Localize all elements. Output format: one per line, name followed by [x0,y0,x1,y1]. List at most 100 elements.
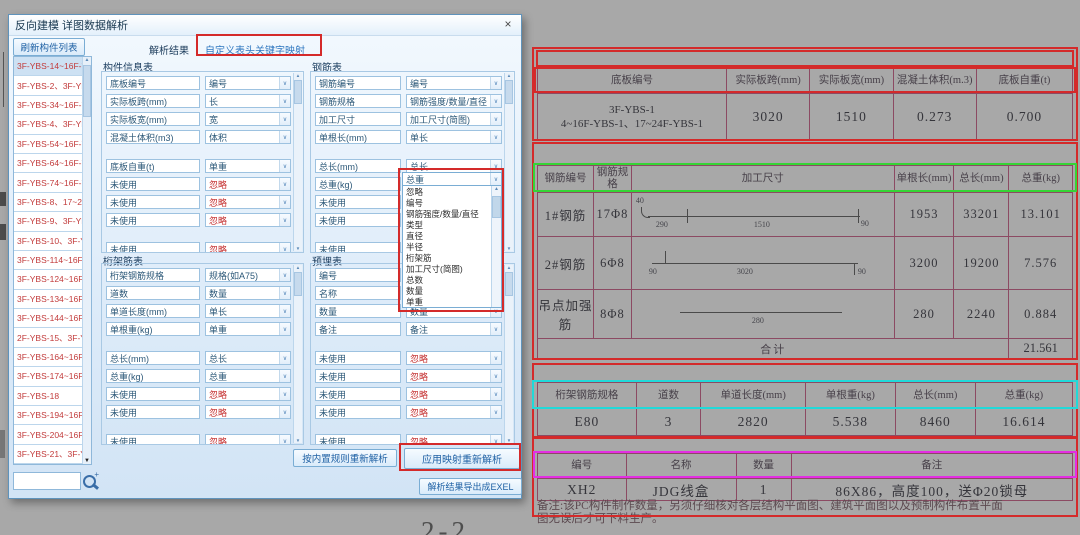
dialog-titlebar[interactable]: 反向建模 详图数据解析 × [9,15,521,36]
field-label-box[interactable]: 数量 [315,304,401,318]
list-item[interactable]: 3F-YBS-21、3F-Y [14,445,83,464]
field-label-box[interactable]: 单道长度(mm) [106,304,200,318]
scroll-up-icon[interactable]: ▲ [492,186,501,192]
list-item[interactable]: 3F-YBS-10、3F-Y [14,232,83,251]
list-item[interactable]: 3F-YBS-2、3F-YB [14,76,83,95]
close-icon[interactable]: × [501,17,515,31]
tab-custom-header-mapping[interactable]: 自定义表头关键字映射 [205,42,305,57]
dropdown-option[interactable]: 加工尺寸(简图) [403,263,492,274]
apply-mapping-reparse-button[interactable]: 应用映射重新解析 [404,448,520,469]
mapping-combobox[interactable]: 总长∨ [205,351,291,365]
mapping-combobox[interactable]: 忽略∨ [406,351,502,365]
total-weight-combobox[interactable]: 总重 ∨ [402,172,502,186]
dropdown-option[interactable]: 数量 [403,285,492,296]
field-label-box[interactable]: 总重(kg) [315,177,401,191]
mapping-combobox[interactable]: 单长∨ [205,304,291,318]
mapping-combobox[interactable]: 单长∨ [406,130,502,144]
search-icon[interactable]: + [81,473,99,491]
list-item[interactable]: 3F-YBS-14~16F-Y [14,57,83,76]
list-item[interactable]: 3F-YBS-64~16F-Y [14,154,83,173]
group-scrollbar[interactable]: ▲▼ [293,73,302,251]
field-label-box[interactable]: 混凝土体积(m3) [106,130,200,144]
mapping-combobox[interactable]: 忽略∨ [205,213,291,227]
dropdown-option[interactable]: 直径 [403,230,492,241]
field-label-box[interactable]: 未使用 [106,213,200,227]
list-item[interactable]: 3F-YBS-164~16F [14,348,83,367]
list-item[interactable]: 3F-YBS-74~16F-Y [14,173,83,192]
field-label-box[interactable]: 加工尺寸 [315,112,401,126]
list-item[interactable]: 3F-YBS-124~16F [14,270,83,289]
group-scrollbar[interactable]: ▲▼ [504,73,513,251]
mapping-combobox[interactable]: 忽略∨ [406,405,502,419]
field-label-box[interactable]: 未使用 [315,351,401,365]
field-label-box[interactable]: 未使用 [106,387,200,401]
scrollbar-thumb[interactable] [83,65,91,117]
mapping-combobox[interactable]: 忽略∨ [205,434,291,445]
list-item[interactable]: 3F-YBS-204~16F- [14,425,83,444]
mapping-combobox[interactable]: 总长∨ [406,159,502,173]
field-label-box[interactable]: 实际板跨(mm) [106,94,200,108]
list-item[interactable]: 3F-YBS-114~16F [14,251,83,270]
mapping-combobox[interactable]: 宽∨ [205,112,291,126]
field-label-box[interactable]: 单根长(mm) [315,130,401,144]
scroll-down-icon[interactable]: ▼ [83,458,91,464]
mapping-combobox[interactable]: 总重∨ [205,369,291,383]
list-item[interactable]: 3F-YBS-144~16F [14,309,83,328]
tab-parse-result[interactable]: 解析结果 [149,42,189,57]
field-label-box[interactable]: 未使用 [106,195,200,209]
dropdown-option[interactable]: 半径 [403,241,492,252]
field-label-box[interactable]: 未使用 [106,242,200,253]
mapping-combobox[interactable]: 单重∨ [205,159,291,173]
mapping-combobox[interactable]: 编号∨ [406,76,502,90]
list-item[interactable]: 3F-YBS-194~16F [14,406,83,425]
field-label-box[interactable]: 未使用 [315,213,401,227]
field-label-box[interactable]: 底板编号 [106,76,200,90]
scrollbar-thumb[interactable] [492,196,501,218]
list-item[interactable]: 3F-YBS-8、17~24 [14,193,83,212]
field-label-box[interactable]: 总重(kg) [106,369,200,383]
dropdown-scrollbar[interactable]: ▲ [491,186,501,307]
field-label-box[interactable]: 未使用 [315,405,401,419]
field-label-box[interactable]: 未使用 [106,177,200,191]
mapping-combobox[interactable]: 长∨ [205,94,291,108]
list-item[interactable]: 3F-YBS-4、3F-YB [14,115,83,134]
field-label-box[interactable]: 名称 [315,286,401,300]
mapping-combobox[interactable]: 忽略∨ [406,387,502,401]
dropdown-option[interactable]: 单重 [403,296,492,307]
mapping-combobox[interactable]: 忽略∨ [205,242,291,253]
field-label-box[interactable]: 总长(mm) [106,351,200,365]
mapping-combobox[interactable]: 忽略∨ [406,369,502,383]
list-item[interactable]: 3F-YBS-174~16F [14,367,83,386]
dropdown-option[interactable]: 钢筋强度/数量/直径 [403,208,492,219]
field-label-box[interactable]: 道数 [106,286,200,300]
dropdown-option[interactable]: 总数 [403,274,492,285]
field-label-box[interactable]: 编号 [315,268,401,282]
list-scrollbar[interactable]: ▲ ▼ [82,57,91,464]
group-scrollbar[interactable]: ▲▼ [504,265,513,443]
field-label-box[interactable]: 未使用 [315,387,401,401]
mapping-combobox[interactable]: 数量∨ [205,286,291,300]
group-scrollbar[interactable]: ▲▼ [293,265,302,443]
field-label-box[interactable]: 未使用 [315,434,401,445]
mapping-combobox[interactable]: 规格(如A75)∨ [205,268,291,282]
dropdown-option[interactable]: 编号 [403,197,492,208]
mapping-combobox[interactable]: 体积∨ [205,130,291,144]
mapping-combobox[interactable]: 忽略∨ [205,387,291,401]
field-label-box[interactable]: 未使用 [315,369,401,383]
field-label-box[interactable]: 未使用 [106,434,200,445]
search-input[interactable] [13,472,81,490]
refresh-list-button[interactable]: 刷新构件列表 [13,38,85,56]
mapping-combobox[interactable]: 钢筋强度/数量/直径∨ [406,94,502,108]
list-item[interactable]: 3F-YBS-134~16F [14,290,83,309]
field-label-box[interactable]: 钢筋编号 [315,76,401,90]
field-label-box[interactable]: 未使用 [106,405,200,419]
field-label-box[interactable]: 备注 [315,322,401,336]
reparse-builtin-button[interactable]: 按内置规则重新解析 [293,449,397,467]
field-label-box[interactable]: 总长(mm) [315,159,401,173]
field-label-box[interactable]: 钢筋规格 [315,94,401,108]
field-label-box[interactable]: 桁架钢筋规格 [106,268,200,282]
list-item[interactable]: 3F-YBS-54~16F-Y [14,135,83,154]
dropdown-option[interactable]: 类型 [403,219,492,230]
mapping-combobox[interactable]: 忽略∨ [406,434,502,445]
mapping-combobox[interactable]: 编号∨ [205,76,291,90]
